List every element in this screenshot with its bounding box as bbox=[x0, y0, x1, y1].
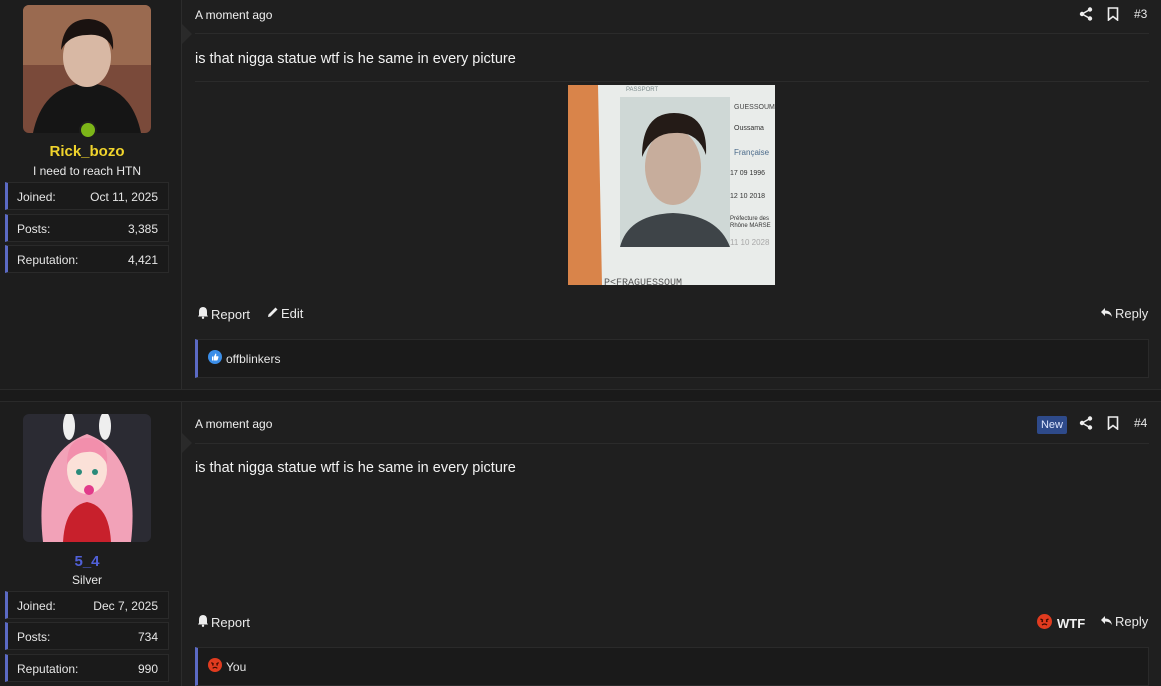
user-pane: 5_4 Silver Joined: Dec 7, 2025 Posts: 73… bbox=[0, 402, 182, 686]
bell-icon bbox=[197, 306, 209, 322]
pointer-arrow bbox=[182, 433, 192, 453]
stat-posts: Posts: 734 bbox=[5, 622, 169, 650]
edit-button[interactable]: Edit bbox=[267, 306, 303, 321]
report-label: Report bbox=[211, 614, 251, 630]
user-title: Silver bbox=[71, 573, 102, 587]
divider bbox=[195, 33, 1149, 34]
post-3: Rick_bozo I need to reach HTN Joined: Oc… bbox=[0, 0, 1161, 389]
report-button[interactable]: Report bbox=[197, 614, 250, 630]
divider bbox=[195, 443, 1149, 444]
share-icon[interactable] bbox=[1079, 416, 1093, 435]
post-number[interactable]: #4 bbox=[1134, 416, 1147, 430]
attachment-image[interactable]: PASSPORT GUESSOUM Oussama Française 17 0… bbox=[568, 85, 775, 285]
online-indicator bbox=[79, 121, 97, 139]
angry-icon bbox=[208, 658, 222, 675]
stat-label: Reputation: bbox=[17, 253, 79, 267]
stat-reputation: Reputation: 4,421 bbox=[5, 245, 169, 273]
svg-text:12 10 2018: 12 10 2018 bbox=[730, 193, 765, 200]
reply-button[interactable]: Reply bbox=[1100, 614, 1148, 629]
post-separator bbox=[0, 389, 1161, 402]
user-title: I need to reach HTN bbox=[32, 164, 142, 178]
stat-joined: Joined: Dec 7, 2025 bbox=[5, 591, 169, 619]
wtf-reaction-button[interactable]: WTF bbox=[1037, 614, 1085, 632]
reply-label: Reply bbox=[1115, 614, 1149, 629]
reply-icon bbox=[1100, 614, 1113, 629]
reaction-user[interactable]: You bbox=[226, 660, 246, 674]
svg-text:Française: Française bbox=[734, 148, 770, 157]
reply-button[interactable]: Reply bbox=[1100, 306, 1148, 321]
stat-joined: Joined: Oct 11, 2025 bbox=[5, 182, 169, 210]
pointer-arrow bbox=[182, 24, 192, 44]
report-label: Report bbox=[211, 306, 251, 322]
wtf-label: WTF bbox=[1057, 615, 1086, 631]
svg-text:PASSPORT: PASSPORT bbox=[626, 87, 658, 93]
post-number[interactable]: #3 bbox=[1134, 7, 1147, 21]
svg-text:17 09 1996: 17 09 1996 bbox=[730, 170, 765, 177]
post-time[interactable]: A moment ago bbox=[195, 8, 272, 22]
reactions-bar[interactable]: You bbox=[195, 647, 1149, 686]
svg-text:P<FRAGUESSOUM: P<FRAGUESSOUM bbox=[604, 278, 682, 285]
avatar[interactable] bbox=[23, 5, 151, 133]
angry-icon bbox=[1037, 614, 1052, 632]
reply-label: Reply bbox=[1115, 306, 1149, 321]
stat-value: Oct 11, 2025 bbox=[90, 190, 158, 204]
share-icon[interactable] bbox=[1079, 7, 1093, 26]
svg-text:Oussama: Oussama bbox=[734, 125, 764, 132]
new-badge: New bbox=[1037, 416, 1067, 434]
svg-text:11 10 2028: 11 10 2028 bbox=[730, 238, 770, 247]
stat-value: 990 bbox=[137, 662, 158, 676]
post-message: is that nigga statue wtf is he same in e… bbox=[195, 460, 516, 476]
stat-value: 3,385 bbox=[127, 222, 158, 236]
svg-text:Préfecture des: Préfecture des bbox=[730, 216, 769, 222]
divider bbox=[195, 81, 1149, 82]
stat-label: Posts: bbox=[17, 630, 51, 644]
stat-value: Dec 7, 2025 bbox=[93, 599, 158, 613]
bell-icon bbox=[197, 614, 209, 630]
stat-value: 734 bbox=[137, 630, 158, 644]
reactions-bar[interactable]: offblinkers bbox=[195, 339, 1149, 378]
username[interactable]: 5_4 bbox=[0, 553, 174, 570]
reaction-user[interactable]: offblinkers bbox=[226, 352, 280, 366]
stat-reputation: Reputation: 990 bbox=[5, 654, 169, 682]
post-4: 5_4 Silver Joined: Dec 7, 2025 Posts: 73… bbox=[0, 402, 1161, 686]
bookmark-icon[interactable] bbox=[1107, 416, 1119, 435]
avatar[interactable] bbox=[23, 414, 151, 542]
stat-label: Joined: bbox=[17, 599, 56, 613]
edit-label: Edit bbox=[281, 306, 304, 321]
stat-posts: Posts: 3,385 bbox=[5, 214, 169, 242]
svg-text:GUESSOUM: GUESSOUM bbox=[734, 104, 775, 111]
report-button[interactable]: Report bbox=[197, 306, 250, 322]
post-time[interactable]: A moment ago bbox=[195, 417, 272, 431]
username[interactable]: Rick_bozo bbox=[0, 143, 174, 160]
stat-label: Posts: bbox=[17, 222, 51, 236]
user-pane: Rick_bozo I need to reach HTN Joined: Oc… bbox=[0, 0, 182, 389]
stat-label: Reputation: bbox=[17, 662, 79, 676]
post-message: is that nigga statue wtf is he same in e… bbox=[195, 51, 516, 67]
pencil-icon bbox=[267, 306, 279, 321]
like-icon bbox=[208, 350, 222, 367]
stat-value: 4,421 bbox=[127, 253, 158, 267]
bookmark-icon[interactable] bbox=[1107, 7, 1119, 26]
stat-label: Joined: bbox=[17, 190, 56, 204]
svg-text:Rhône MARSE: Rhône MARSE bbox=[730, 223, 771, 229]
reply-icon bbox=[1100, 306, 1113, 321]
